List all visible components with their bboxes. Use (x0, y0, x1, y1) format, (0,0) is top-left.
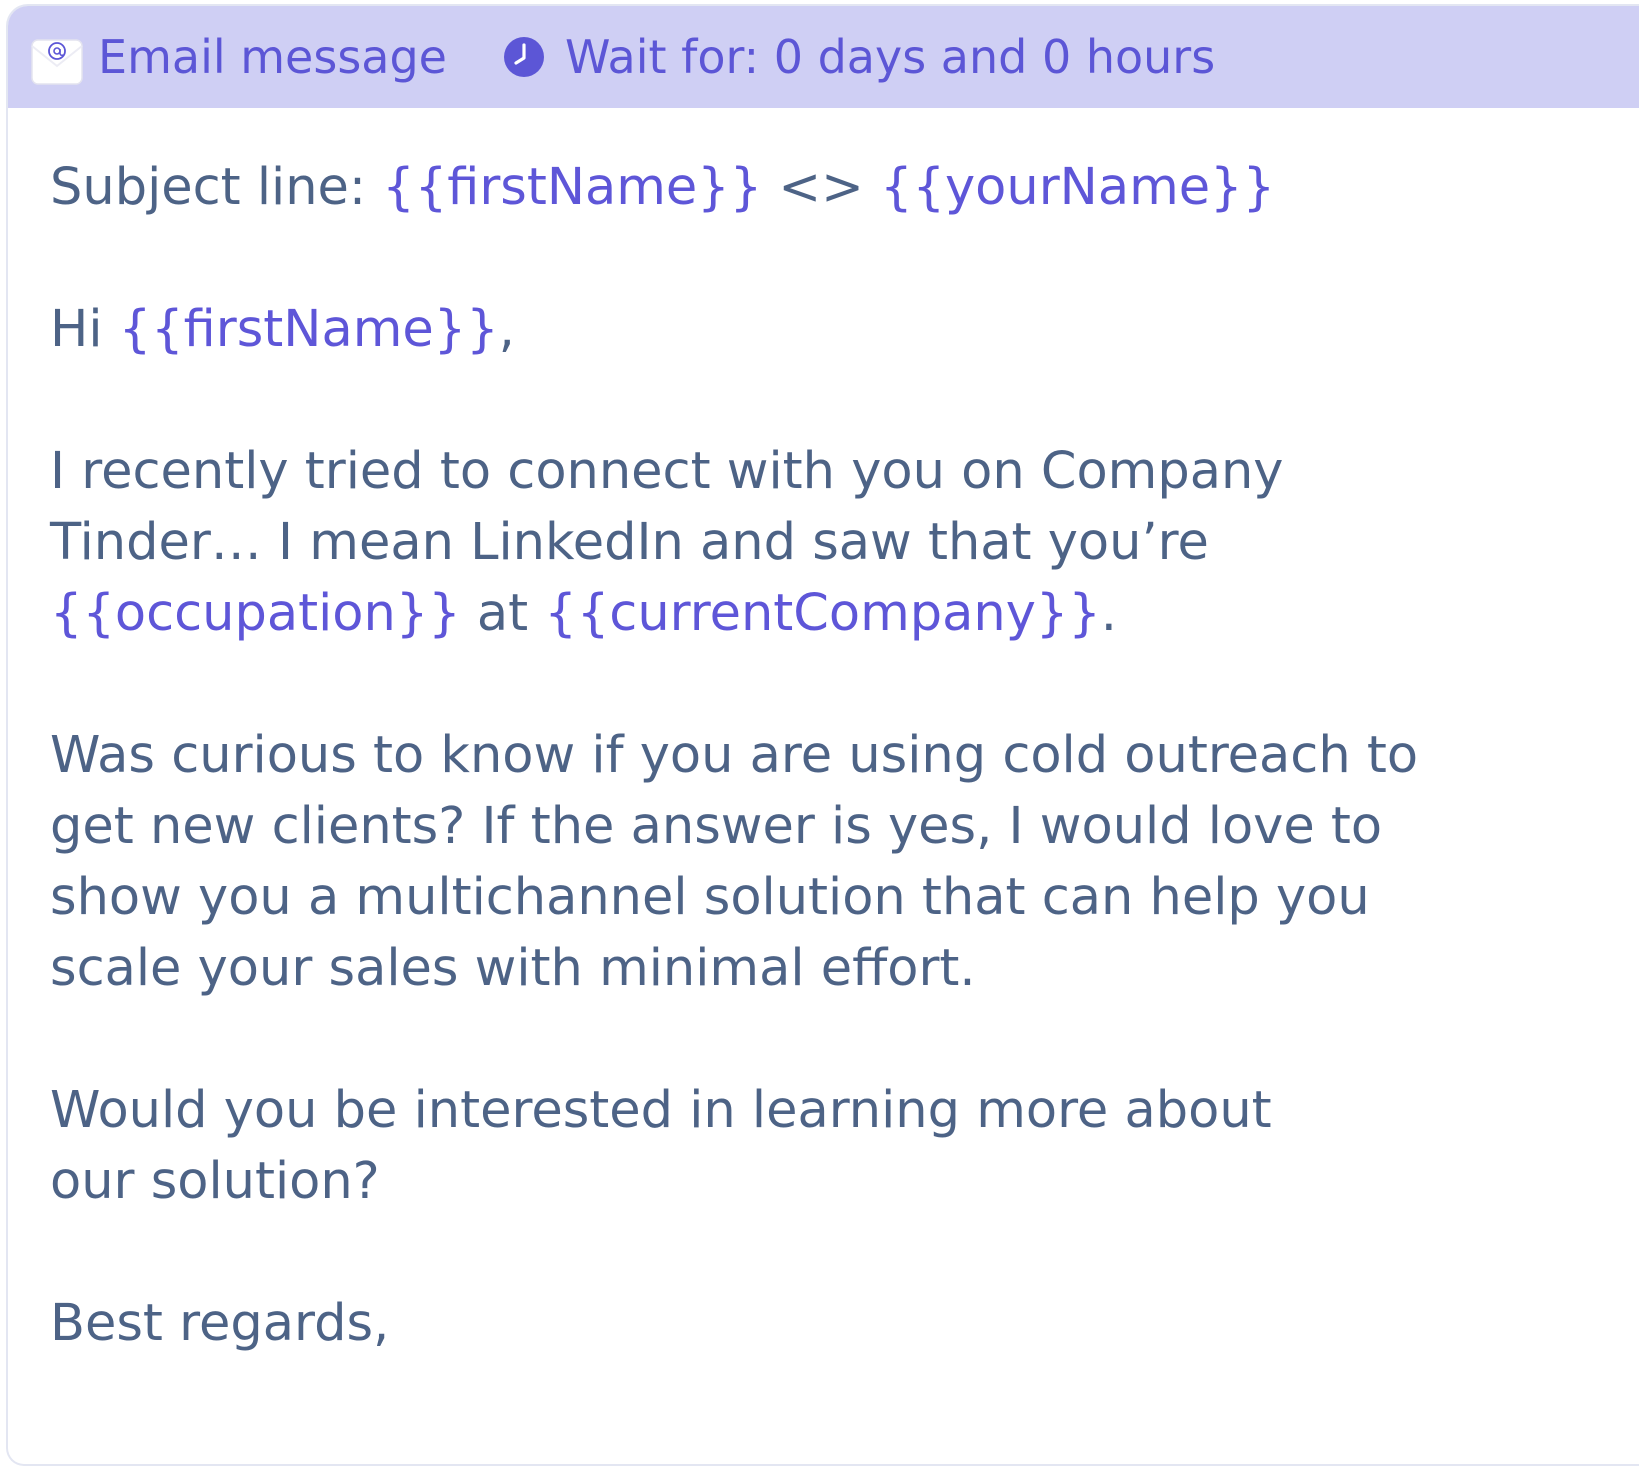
email-envelope-icon (30, 32, 84, 86)
clock-icon (503, 36, 545, 78)
variable-first-name: {{firstName}} (118, 300, 499, 359)
intro-period: . (1100, 584, 1118, 643)
pitch-line-4: scale your sales with minimal effort. (50, 939, 976, 998)
intro-line-1: I recently tried to connect with you on … (50, 442, 1284, 501)
email-body[interactable]: Subject line: {{firstName}} <> {{yourNam… (8, 108, 1639, 1359)
greeting-prefix: Hi (50, 300, 119, 359)
variable-current-company: {{currentCompany}} (544, 584, 1101, 643)
subject-line: Subject line: {{firstName}} <> {{yourNam… (50, 152, 1639, 223)
greeting: Hi {{firstName}}, (50, 294, 1639, 365)
pitch-line-3: show you a multichannel solution that ca… (50, 868, 1370, 927)
email-message-label: Email message (98, 30, 447, 84)
pitch-line-1: Was curious to know if you are using col… (50, 726, 1419, 785)
wait-indicator[interactable]: Wait for: 0 days and 0 hours (503, 34, 1215, 80)
wait-duration-label: Wait for: 0 days and 0 hours (564, 30, 1216, 84)
email-step-card: Email message Wait for: 0 days and 0 hou… (6, 4, 1639, 1466)
variable-your-name: {{yourName}} (880, 158, 1276, 217)
variable-occupation: {{occupation}} (50, 584, 461, 643)
pitch-line-2: get new clients? If the answer is yes, I… (50, 797, 1383, 856)
paragraph-pitch: Was curious to know if you are using col… (50, 720, 1639, 1004)
step-header: Email message Wait for: 0 days and 0 hou… (8, 6, 1639, 108)
intro-line-2: Tinder… I mean LinkedIn and saw that you… (50, 513, 1209, 572)
paragraph-question: Would you be interested in learning more… (50, 1075, 1639, 1217)
subject-separator: <> (762, 158, 881, 217)
subject-prefix: Subject line: (50, 158, 383, 217)
variable-first-name: {{firstName}} (382, 158, 763, 217)
closing: Best regards, (50, 1294, 390, 1353)
greeting-suffix: , (498, 300, 515, 359)
question-line-2: our solution? (50, 1152, 380, 1211)
paragraph-intro: I recently tried to connect with you on … (50, 436, 1639, 649)
intro-at: at (460, 584, 545, 643)
question-line-1: Would you be interested in learning more… (50, 1081, 1272, 1140)
